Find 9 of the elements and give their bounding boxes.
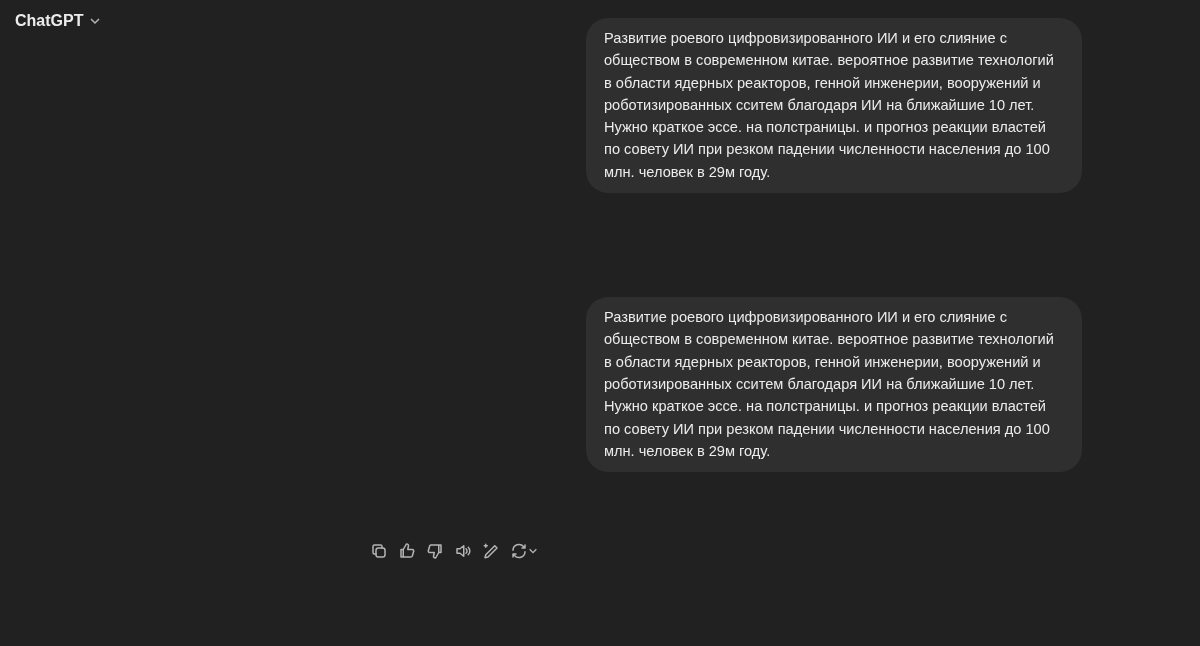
pencil-sparkle-icon[interactable] [482,542,500,561]
model-title[interactable]: ChatGPT [15,12,84,30]
user-message: Развитие роевого цифровизированного ИИ и его слияние с обществом в современном китае. вероятное развитие технологий в области ядерных реакторов, генной инженерии, вооружений и роботизированных сситем благодаря ИИ на ближайшие 10 лет. Нужно краткое эссе. на полстраницы. и прогноз реакции властей по совету ИИ при резком падении численности населения до 100 млн. человек в 29м году. [586,297,1082,473]
thumbs-down-icon[interactable] [426,542,444,561]
regenerate-icon[interactable] [510,542,538,561]
copy-icon[interactable] [370,542,388,561]
user-message: Развитие роевого цифровизированного ИИ и его слияние с обществом в современном китае. вероятное развитие технологий в области ядерных реакторов, генной инженерии, вооружений и роботизированных сситем благодаря ИИ на ближайшие 10 лет. Нужно краткое эссе. на полстраницы. и прогноз реакции властей по совету ИИ при резком падении численности населения до 100 млн. человек в 29м году. [586,18,1082,194]
thumbs-up-icon[interactable] [398,542,416,561]
chevron-down-icon[interactable] [89,15,102,27]
